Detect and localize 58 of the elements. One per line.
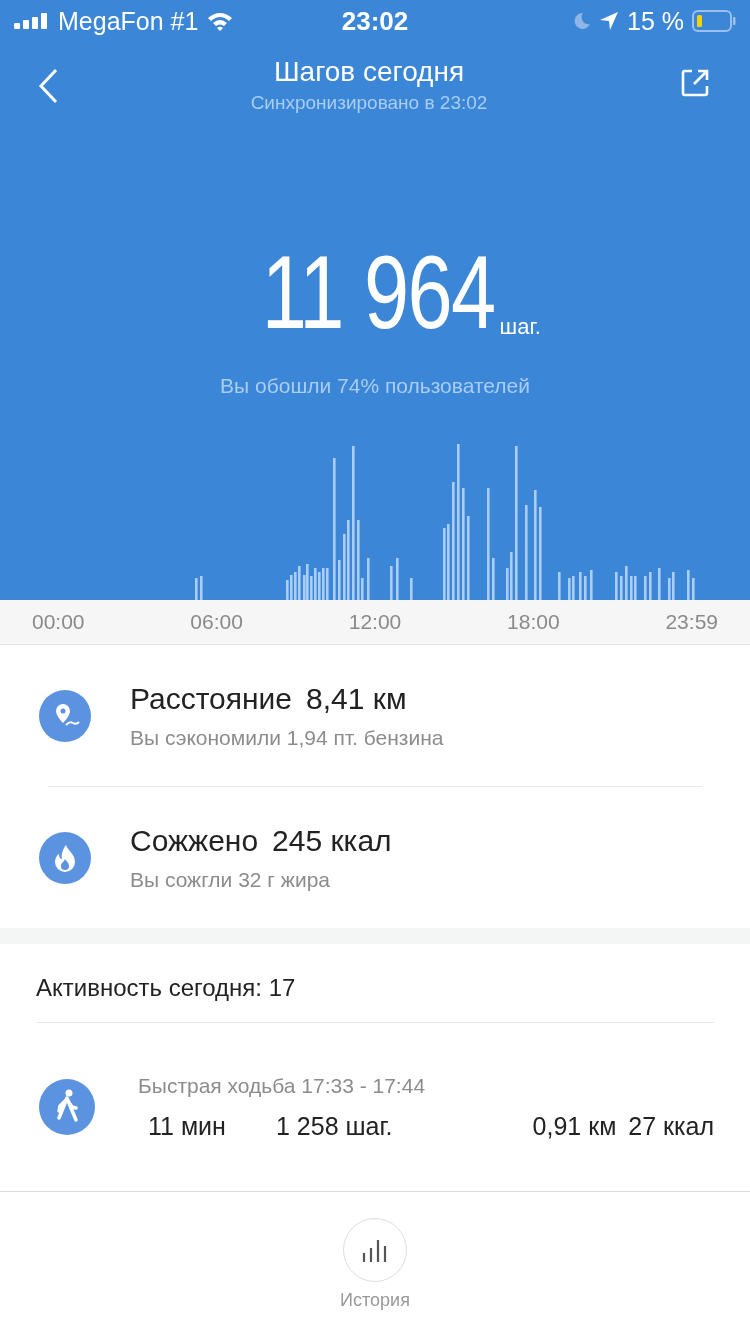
signal-icon	[14, 13, 50, 29]
stat-note: Вы сожгли 32 г жира	[130, 867, 331, 892]
stat-title: Расстояние	[130, 681, 293, 716]
histogram-bar	[195, 578, 198, 600]
step-count: 11 964	[261, 242, 495, 342]
walking-person-icon	[38, 1078, 96, 1136]
history-label: История	[340, 1290, 410, 1311]
histogram-bar	[584, 576, 587, 600]
activity-item[interactable]: Быстрая ходьба 17:33 - 17:44 11 мин 1 258 шаг. 0,91 км 27 ккал	[0, 1023, 750, 1192]
battery-icon	[692, 10, 736, 32]
histogram-bar	[338, 560, 341, 600]
histogram-bar	[620, 576, 623, 600]
screen-title: Шагов сегодня	[273, 56, 465, 88]
axis-time-label: 06:00	[190, 610, 243, 634]
flame-icon	[38, 830, 92, 885]
axis-time-label: 18:00	[507, 610, 560, 634]
histogram-bar	[590, 570, 593, 600]
histogram-bar	[410, 578, 413, 600]
histogram-bar	[200, 576, 203, 600]
activity-steps: 1 258 шаг.	[276, 1111, 533, 1141]
wifi-icon	[206, 11, 235, 31]
histogram-bar	[579, 572, 582, 600]
stat-value: 8,41 км	[306, 681, 407, 716]
axis-time-label: 12:00	[348, 610, 402, 634]
histogram-bar	[396, 558, 399, 600]
comparison-text: Вы обошли 74% пользователей	[219, 374, 531, 398]
histogram-bar	[367, 558, 370, 600]
bar-chart-icon	[362, 1238, 388, 1262]
axis-time-label: 23:59	[665, 610, 718, 634]
histogram-bar	[649, 572, 652, 600]
activity-calories: 27 ккал	[628, 1111, 714, 1141]
histogram-bar	[390, 566, 393, 600]
histogram-bar	[687, 570, 690, 600]
stat-note: Вы сэкономили 1,94 пт. бензина	[130, 725, 444, 750]
activity-heading: Активность сегодня: 17	[36, 944, 714, 1023]
carrier-name: MegaFon #1	[58, 6, 199, 36]
location-arrow-icon	[599, 11, 619, 31]
step-unit: шаг.	[499, 314, 541, 340]
sync-status: Синхронизировано в 23:02	[250, 92, 488, 114]
stat-value: 245 ккал	[272, 823, 392, 858]
histogram-bar	[658, 568, 661, 600]
chevron-left-icon	[38, 68, 58, 104]
histogram-bar	[615, 572, 618, 600]
histogram-bar	[625, 566, 628, 600]
stat-title: Сожжено	[130, 823, 259, 858]
histogram-bar	[558, 572, 561, 600]
activity-distance: 0,91 км	[532, 1111, 617, 1141]
clock-time: 23:02	[341, 5, 409, 37]
location-pin-icon	[38, 688, 92, 743]
moon-icon	[573, 12, 591, 30]
activity-title: Быстрая ходьба 17:33 - 17:44	[138, 1073, 427, 1098]
histogram-bar	[692, 578, 695, 600]
histogram-bar	[644, 576, 647, 600]
axis-time-label: 00:00	[32, 610, 85, 634]
share-icon	[680, 68, 710, 98]
histogram-bar	[492, 558, 495, 600]
activity-duration: 11 мин	[147, 1111, 227, 1141]
battery-percent: 15 %	[627, 6, 684, 36]
